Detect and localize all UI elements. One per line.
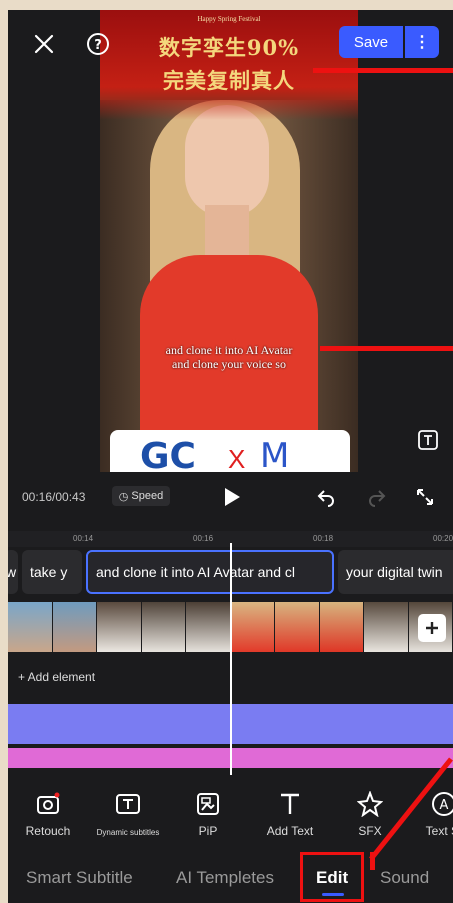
subtitle-clip[interactable]: your digital twin: [338, 550, 453, 594]
app-frame: Happy Spring Festival 数字孪生90% 完美复制真人 and…: [8, 10, 453, 903]
ruler-tick: 00:14: [73, 534, 94, 543]
video-thumbnail: [364, 602, 408, 652]
tool-add-text[interactable]: Add Text: [254, 790, 326, 838]
tab-sound[interactable]: Sound: [380, 868, 429, 888]
fullscreen-icon[interactable]: [412, 484, 438, 510]
play-icon[interactable]: [220, 484, 244, 510]
subtitle-clip-selected[interactable]: and clone it into AI Avatar and cl: [86, 550, 334, 594]
video-preview[interactable]: Happy Spring Festival 数字孪生90% 完美复制真人 and…: [100, 10, 358, 472]
ruler-tick: 00:16: [193, 534, 214, 543]
tool-label: Retouch: [25, 824, 71, 838]
pip-icon: [172, 790, 244, 818]
undo-icon[interactable]: [313, 484, 339, 510]
redo-icon[interactable]: [364, 484, 390, 510]
tab-ai-templates[interactable]: AI Templetes: [176, 868, 274, 888]
dynamic-subtitles-icon: [92, 790, 164, 818]
speed-label: Speed: [131, 490, 164, 502]
close-icon[interactable]: [28, 28, 60, 60]
add-element-button[interactable]: + Add element: [18, 670, 95, 684]
subtitle-clip[interactable]: w: [8, 550, 18, 594]
video-thumbnail: [8, 602, 52, 652]
tool-label: Add Text: [266, 824, 314, 838]
headline-line1: 数字孪生90%: [158, 35, 300, 60]
speed-button[interactable]: ◷ Speed: [112, 486, 170, 506]
video-thumbnail: [230, 602, 274, 652]
tool-retouch[interactable]: Retouch: [12, 790, 84, 838]
ruler-tick: 00:20: [433, 534, 453, 543]
add-clip-button[interactable]: [418, 614, 446, 642]
avatar-face: [185, 105, 269, 217]
text-template-icon[interactable]: [414, 426, 442, 454]
video-thumbnail: [319, 602, 363, 652]
annotation-arrow-line: [369, 757, 453, 861]
text-icon: [254, 790, 326, 818]
video-thumbnail: [97, 602, 141, 652]
video-thumbnail: [52, 602, 96, 652]
annotation-line-subtitle: [320, 346, 453, 351]
more-options-button[interactable]: ⋮: [405, 26, 439, 58]
subtitle-line2: and clone your voice so: [172, 357, 286, 371]
svg-text:?: ?: [94, 38, 102, 53]
logo-separator: X: [228, 444, 246, 472]
ruler-tick: 00:18: [313, 534, 334, 543]
m-logo: M: [260, 436, 290, 472]
logo-card: GC X M: [110, 430, 350, 472]
tool-label: PiP: [198, 824, 218, 838]
tab-smart-subtitle[interactable]: Smart Subtitle: [26, 868, 133, 888]
subtitle-clip[interactable]: take y: [22, 550, 82, 594]
tool-label: Dynamic subtitles: [96, 828, 160, 837]
playhead[interactable]: [230, 543, 232, 775]
retouch-icon: [12, 790, 84, 818]
playback-time: 00:16/00:43: [22, 490, 86, 504]
speed-icon: ◷: [118, 490, 129, 503]
video-thumbnail: [141, 602, 185, 652]
annotation-line-headline: [313, 68, 453, 73]
save-button[interactable]: Save: [339, 26, 403, 58]
promo-banner: Happy Spring Festival 数字孪生90% 完美复制真人: [100, 10, 358, 120]
video-thumbnail: [186, 602, 230, 652]
tool-pip[interactable]: PiP: [172, 790, 244, 838]
festival-text: Happy Spring Festival: [197, 15, 261, 23]
tool-dynamic-subtitles[interactable]: Dynamic subtitles: [92, 790, 164, 837]
video-thumbnail: [275, 602, 319, 652]
help-icon[interactable]: ?: [82, 28, 114, 60]
gc-logo: GC: [140, 436, 196, 472]
edit-highlight-box: [300, 852, 364, 902]
